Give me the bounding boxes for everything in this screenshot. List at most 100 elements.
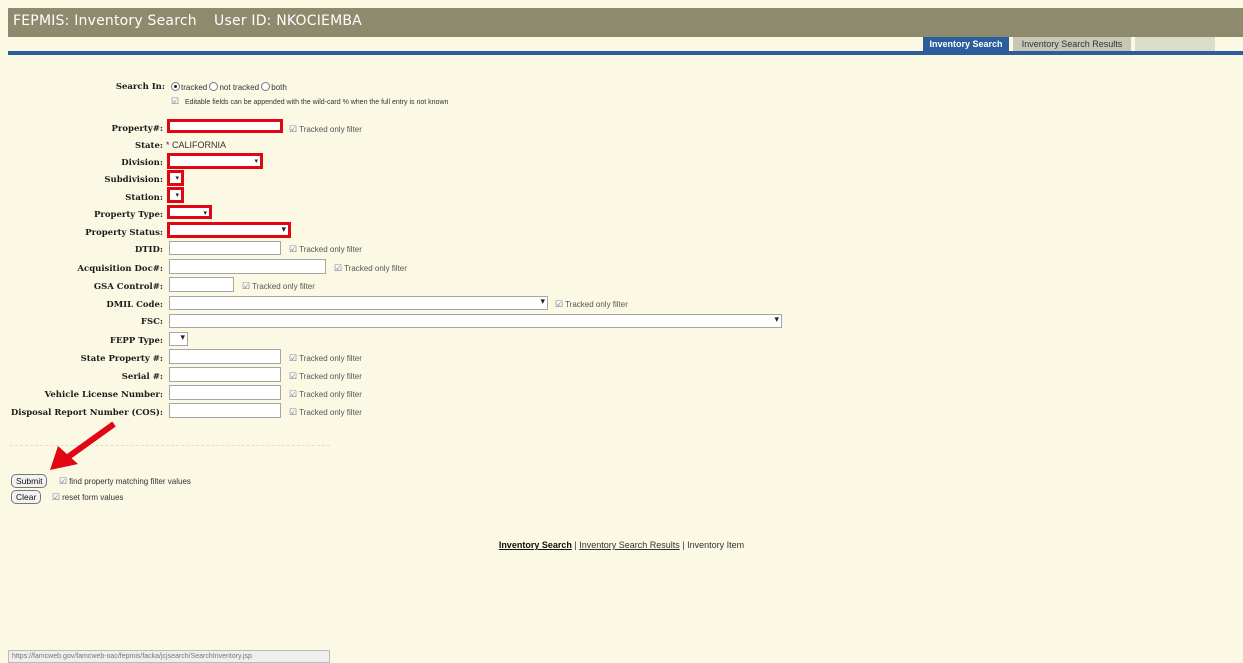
check-icon: ☑ [289,244,298,254]
fepp-select[interactable]: ▾ [169,332,188,346]
wildcard-hint: ☑ Editable fields can be appended with t… [171,96,448,107]
property-status-select[interactable]: ▾ [167,222,291,238]
radio-both[interactable] [261,82,271,91]
radio-not-tracked-label: not tracked [219,83,260,92]
check-icon: ☑ [289,407,298,417]
fepp-label: FEPP Type: [109,336,163,346]
chevron-down-icon: ▾ [281,225,286,235]
chevron-down-icon: ▾ [540,297,545,307]
disposal-label: Disposal Report Number (COS): [10,408,163,418]
tab-inventory-search-results[interactable]: Inventory Search Results [1013,37,1131,51]
vehicle-filter-text: Tracked only filter [299,390,362,399]
acquisition-input[interactable] [169,259,326,274]
red-arrow-icon [50,421,116,470]
serial-label: Serial #: [121,372,163,382]
property-type-select[interactable]: ▾ [167,205,212,219]
dtid-label: DTID: [134,245,163,255]
radio-not-tracked[interactable] [209,82,219,91]
subdivision-label: Subdivision: [104,175,163,185]
user-id: User ID: NKOCIEMBA [214,13,362,29]
chevron-down-icon: ▾ [175,191,179,199]
chevron-down-icon: ▾ [203,209,207,217]
property-label: Property#: [111,124,164,134]
subdivision-select[interactable]: ▾ [167,170,184,186]
chevron-down-icon: ▾ [175,174,179,182]
vehicle-label: Vehicle License Number: [44,390,163,400]
browser-status-bar: https://famcweb.gov/famcweb-oac/fepmis/f… [8,650,330,663]
check-icon: ☑ [59,476,68,486]
submit-button[interactable]: Submit [11,474,48,488]
vehicle-input[interactable] [169,385,281,400]
vehicle-filter: ☑ Tracked only filter [289,389,362,400]
dmil-filter-text: Tracked only filter [565,300,628,309]
check-icon: ☑ [289,353,298,363]
footer-link-inventory-search-results[interactable]: Inventory Search Results [579,540,680,550]
clear-hint: ☑ reset form values [52,492,123,503]
property-filter-text: Tracked only filter [299,125,362,134]
disposal-filter-text: Tracked only filter [299,408,362,417]
fsc-select[interactable]: ▾ [169,314,782,328]
division-label: Division: [121,158,163,168]
tab-inventory-search[interactable]: Inventory Search [923,37,1009,51]
property-type-label: Property Type: [93,210,163,220]
dmil-label: DMIL Code: [106,300,163,310]
footer-separator: | [574,540,577,550]
dmil-filter: ☑ Tracked only filter [555,299,628,310]
station-label: Station: [125,193,163,203]
property-status-label: Property Status: [85,228,163,238]
chevron-down-icon: ▾ [254,157,258,165]
state-property-label: State Property #: [80,354,163,364]
footer-link-inventory-search[interactable]: Inventory Search [499,540,572,550]
division-select[interactable]: ▾ [167,153,263,169]
submit-hint: ☑ find property matching filter values [59,476,191,487]
check-icon: ☑ [171,96,180,106]
fsc-label: FSC: [140,317,163,327]
dtid-input[interactable] [169,241,281,255]
chevron-down-icon: ▾ [180,333,185,343]
state-property-input[interactable] [169,349,281,364]
app-header: FEPMIS: Inventory Search User ID: NKOCIE… [8,8,1243,37]
wildcard-hint-text: Editable fields can be appended with the… [184,99,449,106]
dtid-filter-text: Tracked only filter [299,245,362,254]
dmil-select[interactable]: ▾ [169,296,548,310]
serial-input[interactable] [169,367,281,382]
acquisition-label: Acquisition Doc#: [77,264,163,274]
state-label: State: [134,141,163,151]
check-icon: ☑ [555,299,564,309]
serial-filter-text: Tracked only filter [299,372,362,381]
radio-tracked-label: tracked [181,83,208,92]
footer-separator: | [682,540,685,550]
clear-hint-text: reset form values [62,493,124,502]
disposal-input[interactable] [169,403,281,418]
serial-filter: ☑ Tracked only filter [289,371,362,382]
check-icon: ☑ [289,371,298,381]
check-icon: ☑ [334,263,343,273]
check-icon: ☑ [289,389,298,399]
acquisition-filter: ☑ Tracked only filter [334,263,407,274]
state-property-filter: ☑ Tracked only filter [289,353,362,364]
footer-inventory-item: Inventory Item [687,540,745,550]
state-value: * CALIFORNIA [166,140,227,150]
check-icon: ☑ [52,492,61,502]
radio-tracked[interactable] [171,82,180,91]
state-property-filter-text: Tracked only filter [299,354,362,363]
submit-hint-text: find property matching filter values [69,477,191,486]
gsa-filter-text: Tracked only filter [252,282,315,291]
radio-both-label: both [271,83,287,92]
search-in-label: Search In: [115,82,165,92]
gsa-input[interactable] [169,277,234,292]
acquisition-filter-text: Tracked only filter [344,264,407,273]
property-filter: ☑ Tracked only filter [289,124,362,135]
tab-disabled [1135,37,1215,51]
dtid-filter: ☑ Tracked only filter [289,244,362,255]
station-select[interactable]: ▾ [167,187,184,203]
footer-nav: Inventory Search | Inventory Search Resu… [0,540,1243,550]
chevron-down-icon: ▾ [774,315,779,325]
clear-button[interactable]: Clear [11,490,42,504]
property-input[interactable] [167,119,283,133]
gsa-label: GSA Control#: [93,282,163,292]
check-icon: ☑ [242,281,251,291]
gsa-filter: ☑ Tracked only filter [242,281,315,292]
header-divider [8,51,1243,55]
search-in-options: tracked not tracked both [171,82,287,92]
